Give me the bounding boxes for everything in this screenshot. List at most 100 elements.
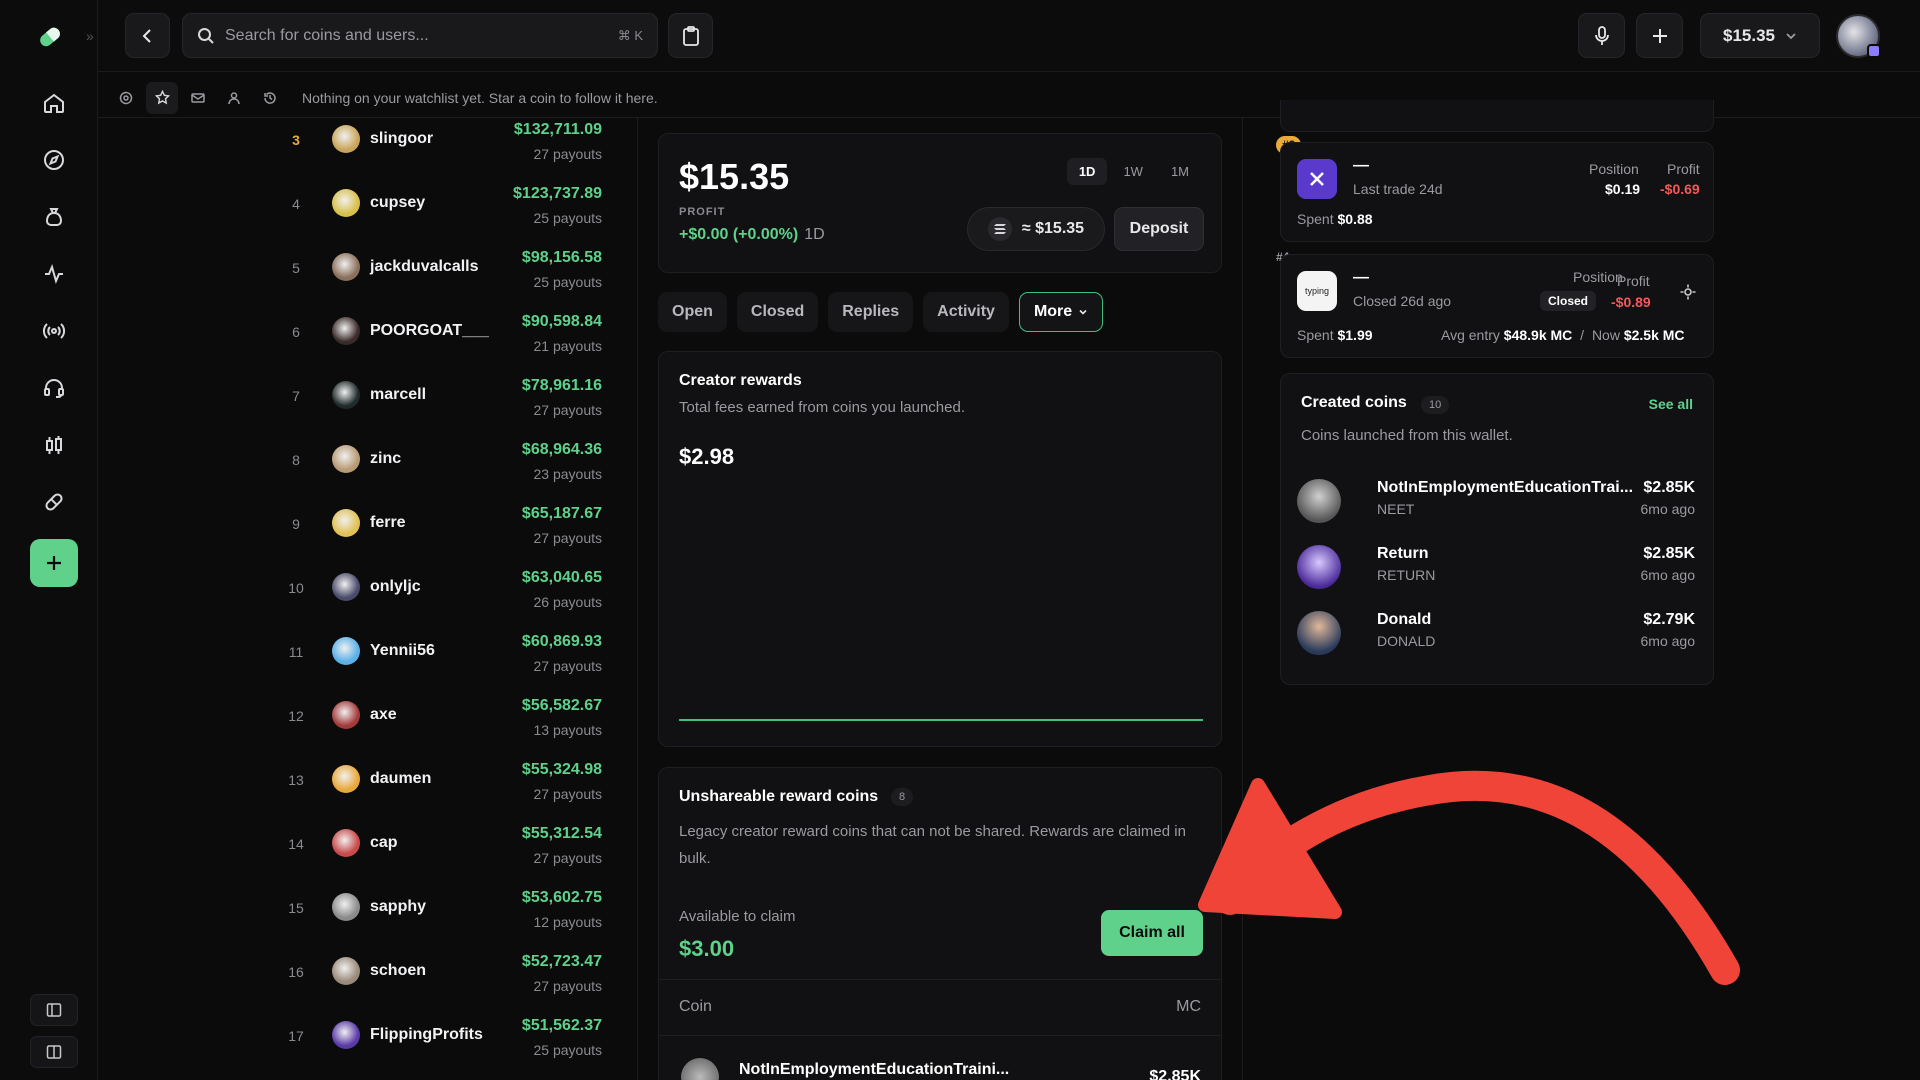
user-avatar[interactable] xyxy=(332,573,360,601)
see-all-link[interactable]: See all xyxy=(1649,396,1693,412)
mail-icon[interactable] xyxy=(182,82,214,114)
user-avatar[interactable] xyxy=(332,317,360,345)
leaderboard-rank: 3 xyxy=(292,132,300,148)
user-avatar[interactable] xyxy=(332,1021,360,1049)
user-avatar[interactable] xyxy=(332,829,360,857)
user-avatar[interactable] xyxy=(332,893,360,921)
person-icon[interactable] xyxy=(218,82,250,114)
creator-rewards-title: Creator rewards xyxy=(679,372,802,389)
column-header-mc[interactable]: MC xyxy=(1176,998,1201,1016)
leaderboard-row[interactable]: 7 marcell $78,961.16 27 payouts xyxy=(98,370,637,434)
share-settings-icon[interactable] xyxy=(1679,283,1697,306)
position-card[interactable]: typing — Closed 26d ago Position Closed … xyxy=(1280,254,1714,358)
microphone-button[interactable] xyxy=(1578,13,1625,58)
wallet-balance-dropdown[interactable]: $15.35 xyxy=(1700,13,1820,58)
money-bag-icon[interactable] xyxy=(36,199,72,235)
leaderboard-username[interactable]: slingoor xyxy=(370,130,433,148)
leaderboard-username[interactable]: Yennii56 xyxy=(370,642,435,660)
leaderboard-row[interactable]: 16 schoen $52,723.47 27 payouts xyxy=(98,946,637,1010)
create-coin-button[interactable] xyxy=(30,539,78,587)
microphone-icon xyxy=(1594,25,1609,45)
leaderboard-row[interactable]: 5 jackduvalcalls $98,156.58 25 payouts xyxy=(98,242,637,306)
leaderboard-username[interactable]: POORGOAT___ xyxy=(370,322,489,340)
target-icon[interactable] xyxy=(110,82,142,114)
leaderboard-row[interactable]: 14 cap $55,312.54 27 payouts xyxy=(98,818,637,882)
user-avatar[interactable] xyxy=(332,381,360,409)
range-1w-button[interactable]: 1W xyxy=(1111,158,1155,185)
home-icon[interactable] xyxy=(36,85,72,121)
leaderboard-row[interactable]: 10 onlyljc $63,040.65 26 payouts xyxy=(98,562,637,626)
coin-name: NotInEmploymentEducationTrai... xyxy=(1377,479,1634,496)
position-coin-name: — xyxy=(1353,269,1369,286)
user-avatar[interactable] xyxy=(332,701,360,729)
star-icon[interactable] xyxy=(146,81,178,114)
add-button[interactable] xyxy=(1636,13,1683,58)
range-1m-button[interactable]: 1M xyxy=(1159,158,1201,185)
user-avatar[interactable] xyxy=(332,125,360,153)
coin-name[interactable]: NotInEmploymentEducationTraini... xyxy=(739,1061,1009,1079)
search-input[interactable]: Search for coins and users... ⌘ K xyxy=(182,13,658,58)
leaderboard-username[interactable]: schoen xyxy=(370,962,426,980)
user-avatar[interactable] xyxy=(332,637,360,665)
leaderboard-username[interactable]: ferre xyxy=(370,514,406,532)
created-coin-row[interactable]: NotInEmploymentEducationTrai... NEET $2.… xyxy=(1297,471,1699,525)
range-1d-button[interactable]: 1D xyxy=(1066,158,1108,185)
expand-sidebar-icon[interactable]: » xyxy=(86,28,94,44)
leaderboard-username[interactable]: daumen xyxy=(370,770,431,788)
user-avatar[interactable] xyxy=(332,765,360,793)
leaderboard-username[interactable]: marcell xyxy=(370,386,426,404)
leaderboard-username[interactable]: cupsey xyxy=(370,194,425,212)
leaderboard-row[interactable]: 15 sapphy $53,602.75 12 payouts xyxy=(98,882,637,946)
leaderboard-row[interactable]: 4 cupsey $123,737.89 25 payouts xyxy=(98,178,637,242)
explore-compass-icon[interactable] xyxy=(36,142,72,178)
leaderboard-username[interactable]: axe xyxy=(370,706,397,724)
sol-balance-pill[interactable]: ≈ $15.35 xyxy=(967,207,1105,251)
broadcast-icon[interactable] xyxy=(36,313,72,349)
created-coin-row[interactable]: Donald DONALD $2.79K 6mo ago xyxy=(1297,603,1699,657)
leaderboard-row[interactable]: 3 slingoor $132,711.09 27 payouts xyxy=(98,118,637,178)
support-headset-icon[interactable] xyxy=(36,370,72,406)
clipboard-button[interactable] xyxy=(668,13,713,58)
candlestick-chart-icon[interactable] xyxy=(36,427,72,463)
app-logo-icon[interactable] xyxy=(35,22,65,52)
leaderboard-username[interactable]: sapphy xyxy=(370,898,426,916)
tab-activity[interactable]: Activity xyxy=(923,292,1009,332)
tab-open[interactable]: Open xyxy=(658,292,727,332)
panel-toggle-left-button[interactable] xyxy=(30,994,78,1026)
user-avatar[interactable] xyxy=(332,509,360,537)
leaderboard-row[interactable]: 11 Yennii56 $60,869.93 27 payouts xyxy=(98,626,637,690)
created-coin-row[interactable]: Return RETURN $2.85K 6mo ago xyxy=(1297,537,1699,591)
leaderboard-username[interactable]: onlyljc xyxy=(370,578,421,596)
user-avatar[interactable] xyxy=(1836,14,1881,58)
coin-ticker: RETURN xyxy=(1377,567,1436,583)
tab-more[interactable]: More xyxy=(1018,292,1104,332)
user-avatar[interactable] xyxy=(332,957,360,985)
leaderboard-username[interactable]: jackduvalcalls xyxy=(370,258,479,276)
tab-replies[interactable]: Replies xyxy=(828,292,914,332)
user-avatar[interactable] xyxy=(332,189,360,217)
deposit-button[interactable]: Deposit xyxy=(1114,207,1204,251)
back-button[interactable] xyxy=(125,13,170,58)
claim-all-button[interactable]: Claim all xyxy=(1101,910,1203,956)
leaderboard-username[interactable]: FlippingProfits xyxy=(370,1026,483,1044)
leaderboard-row[interactable]: 17 FlippingProfits $51,562.37 25 payouts xyxy=(98,1010,637,1074)
leaderboard-row[interactable]: 8 zinc $68,964.36 23 payouts xyxy=(98,434,637,498)
user-avatar[interactable] xyxy=(332,253,360,281)
leaderboard-username[interactable]: zinc xyxy=(370,450,401,468)
leaderboard-row[interactable]: 9 ferre $65,187.67 27 payouts xyxy=(98,498,637,562)
position-card[interactable]: — Last trade 24d Position $0.19 Profit -… xyxy=(1280,142,1714,242)
leaderboard-row[interactable]: 6 POORGOAT___ $90,598.84 21 payouts xyxy=(98,306,637,370)
leaderboard-payouts: 27 payouts xyxy=(533,978,603,994)
activity-icon[interactable] xyxy=(36,256,72,292)
leaderboard-row[interactable]: 13 daumen $55,324.98 27 payouts xyxy=(98,754,637,818)
column-header-coin[interactable]: Coin xyxy=(679,998,712,1016)
history-icon[interactable] xyxy=(254,82,286,114)
panel-toggle-right-button[interactable] xyxy=(30,1036,78,1068)
created-coins-subtitle: Coins launched from this wallet. xyxy=(1301,427,1513,444)
created-coins-title: Created coins xyxy=(1301,394,1407,411)
leaderboard-username[interactable]: cap xyxy=(370,834,398,852)
tab-closed[interactable]: Closed xyxy=(736,292,819,332)
user-avatar[interactable] xyxy=(332,445,360,473)
pill-icon[interactable] xyxy=(36,484,72,520)
leaderboard-row[interactable]: 12 axe $56,582.67 13 payouts xyxy=(98,690,637,754)
